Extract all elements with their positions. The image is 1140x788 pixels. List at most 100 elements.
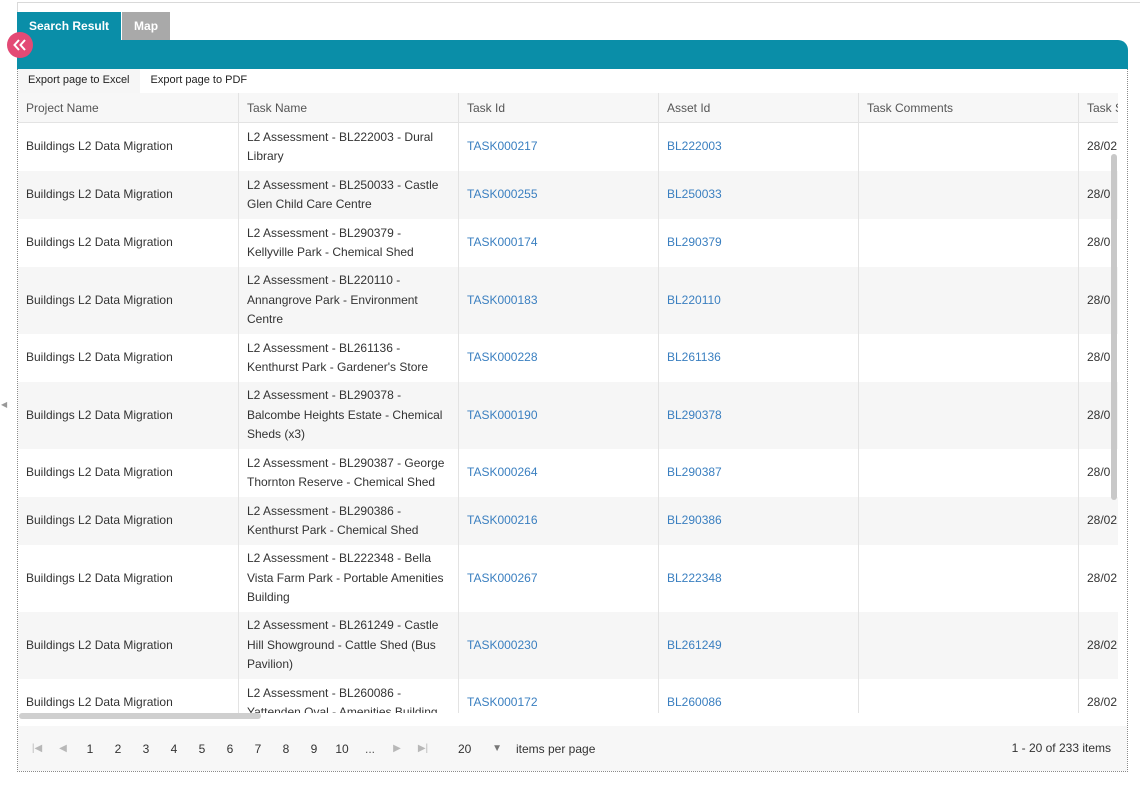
cell-project-name: Buildings L2 Data Migration: [18, 267, 239, 334]
tab-search-result[interactable]: Search Result: [17, 12, 122, 40]
column-header-task-id[interactable]: Task Id: [459, 93, 659, 122]
cell-task-start: 28/02: [1087, 637, 1118, 652]
cell-task-comments: [859, 334, 1079, 382]
cell-task-name: L2 Assessment - BL290387 - George Thornt…: [239, 449, 459, 497]
export-toolbar: Export page to Excel Export page to PDF: [18, 69, 259, 93]
page-size-select[interactable]: 20 ▼: [454, 736, 506, 762]
cell-project-name: Buildings L2 Data Migration: [18, 219, 239, 267]
table-row[interactable]: Buildings L2 Data Migration L2 Assessment…: [18, 449, 1118, 497]
cell-asset-id-link[interactable]: BL222348: [659, 545, 859, 612]
cell-task-id-link[interactable]: TASK000217: [459, 123, 659, 171]
cell-task-comments: [859, 171, 1079, 219]
cell-task-id-link[interactable]: TASK000264: [459, 449, 659, 497]
tab-map[interactable]: Map: [122, 12, 171, 40]
table-row[interactable]: Buildings L2 Data Migration L2 Assessment…: [18, 171, 1118, 219]
page-number-button[interactable]: 4: [160, 742, 188, 756]
collapse-button[interactable]: [7, 32, 33, 58]
cell-task-comments: [859, 679, 1079, 713]
cell-asset-id-link[interactable]: BL290386: [659, 497, 859, 545]
cell-task-id-link[interactable]: TASK000230: [459, 612, 659, 679]
cell-task-id-link[interactable]: TASK000216: [459, 497, 659, 545]
cell-task-name: L2 Assessment - BL260086 - Yattenden Ova…: [239, 679, 459, 713]
cell-asset-id-link[interactable]: BL290387: [659, 449, 859, 497]
cell-task-name: L2 Assessment - BL261249 - Castle Hill S…: [239, 612, 459, 679]
page-number-button[interactable]: 1: [76, 742, 104, 756]
page-number-button[interactable]: 6: [216, 742, 244, 756]
cell-task-comments: [859, 382, 1079, 449]
page-number-button[interactable]: 8: [272, 742, 300, 756]
page-number-button[interactable]: 9: [300, 742, 328, 756]
cell-asset-id-link[interactable]: BL222003: [659, 123, 859, 171]
page-number-button[interactable]: 3: [132, 742, 160, 756]
cell-task-comments: [859, 267, 1079, 334]
cell-task-comments: [859, 612, 1079, 679]
table-row[interactable]: Buildings L2 Data Migration L2 Assessment…: [18, 334, 1118, 382]
cell-task-name: L2 Assessment - BL222348 - Bella Vista F…: [239, 545, 459, 612]
cell-task-id-link[interactable]: TASK000255: [459, 171, 659, 219]
page-number-button[interactable]: 10: [328, 742, 356, 756]
page-number-button[interactable]: 2: [104, 742, 132, 756]
page-numbers: 1 2 3 4 5 6 7 8 9 10: [76, 742, 356, 756]
cell-project-name: Buildings L2 Data Migration: [18, 449, 239, 497]
column-header-task-comments[interactable]: Task Comments: [859, 93, 1079, 122]
results-panel: Export page to Excel Export page to PDF …: [17, 69, 1128, 772]
cell-asset-id-link[interactable]: BL290378: [659, 382, 859, 449]
cell-task-name: L2 Assessment - BL250033 - Castle Glen C…: [239, 171, 459, 219]
table-row[interactable]: Buildings L2 Data Migration L2 Assessment…: [18, 545, 1118, 612]
grid-header: Project Name Task Name Task Id Asset Id …: [18, 93, 1118, 123]
horizontal-scrollbar[interactable]: [19, 713, 261, 719]
cell-task-id-link[interactable]: TASK000183: [459, 267, 659, 334]
cell-project-name: Buildings L2 Data Migration: [18, 171, 239, 219]
table-row[interactable]: Buildings L2 Data Migration L2 Assessment…: [18, 219, 1118, 267]
cell-task-comments: [859, 497, 1079, 545]
page-size-value: 20: [458, 741, 472, 756]
export-pdf-button[interactable]: Export page to PDF: [140, 69, 259, 93]
results-grid: Project Name Task Name Task Id Asset Id …: [18, 93, 1118, 713]
export-excel-button[interactable]: Export page to Excel: [18, 69, 141, 93]
top-border: [17, 2, 1140, 3]
pager: |◀ ◀ 1 2 3 4 5 6 7 8 9 10 ... ▶ ▶| 20 ▼ items per…: [18, 726, 1127, 771]
next-page-icon[interactable]: ▶: [384, 743, 410, 754]
column-header-project-name[interactable]: Project Name: [18, 93, 239, 122]
cell-project-name: Buildings L2 Data Migration: [18, 497, 239, 545]
cell-project-name: Buildings L2 Data Migration: [18, 123, 239, 171]
cell-asset-id-link[interactable]: BL260086: [659, 679, 859, 713]
column-header-asset-id[interactable]: Asset Id: [659, 93, 859, 122]
cell-asset-id-link[interactable]: BL250033: [659, 171, 859, 219]
table-row[interactable]: Buildings L2 Data Migration L2 Assessment…: [18, 497, 1118, 545]
cell-asset-id-link[interactable]: BL290379: [659, 219, 859, 267]
more-pages-button[interactable]: ...: [356, 742, 384, 756]
table-row[interactable]: Buildings L2 Data Migration L2 Assessment…: [18, 267, 1118, 334]
table-row[interactable]: Buildings L2 Data Migration L2 Assessment…: [18, 612, 1118, 679]
cell-task-start: 28/02: [1087, 570, 1118, 585]
cell-task-id-link[interactable]: TASK000172: [459, 679, 659, 713]
cell-asset-id-link[interactable]: BL261136: [659, 334, 859, 382]
cell-task-id-link[interactable]: TASK000228: [459, 334, 659, 382]
chevron-down-icon: ▼: [492, 743, 502, 754]
page-number-button[interactable]: 5: [188, 742, 216, 756]
cell-task-comments: [859, 449, 1079, 497]
page-number-button[interactable]: 7: [244, 742, 272, 756]
side-collapse-arrow-icon[interactable]: ◀: [1, 400, 7, 409]
cell-asset-id-link[interactable]: BL261249: [659, 612, 859, 679]
last-page-icon[interactable]: ▶|: [410, 743, 436, 754]
prev-page-icon[interactable]: ◀: [50, 743, 76, 754]
cell-project-name: Buildings L2 Data Migration: [18, 612, 239, 679]
first-page-icon[interactable]: |◀: [24, 743, 50, 754]
table-row[interactable]: Buildings L2 Data Migration L2 Assessment…: [18, 382, 1118, 449]
cell-task-name: L2 Assessment - BL261136 - Kenthurst Par…: [239, 334, 459, 382]
cell-task-id-link[interactable]: TASK000174: [459, 219, 659, 267]
cell-task-id-link[interactable]: TASK000267: [459, 545, 659, 612]
column-header-task-start[interactable]: Task S: [1079, 93, 1118, 122]
cell-project-name: Buildings L2 Data Migration: [18, 679, 239, 713]
double-chevron-left-icon: [13, 39, 26, 51]
cell-task-id-link[interactable]: TASK000190: [459, 382, 659, 449]
cell-task-name: L2 Assessment - BL290378 - Balcombe Heig…: [239, 382, 459, 449]
table-row[interactable]: Buildings L2 Data Migration L2 Assessment…: [18, 679, 1118, 713]
cell-task-comments: [859, 123, 1079, 171]
cell-asset-id-link[interactable]: BL220110: [659, 267, 859, 334]
column-header-task-name[interactable]: Task Name: [239, 93, 459, 122]
vertical-scrollbar[interactable]: [1111, 154, 1117, 500]
panel-header-bar: [17, 40, 1128, 69]
table-row[interactable]: Buildings L2 Data Migration L2 Assessment…: [18, 123, 1118, 171]
